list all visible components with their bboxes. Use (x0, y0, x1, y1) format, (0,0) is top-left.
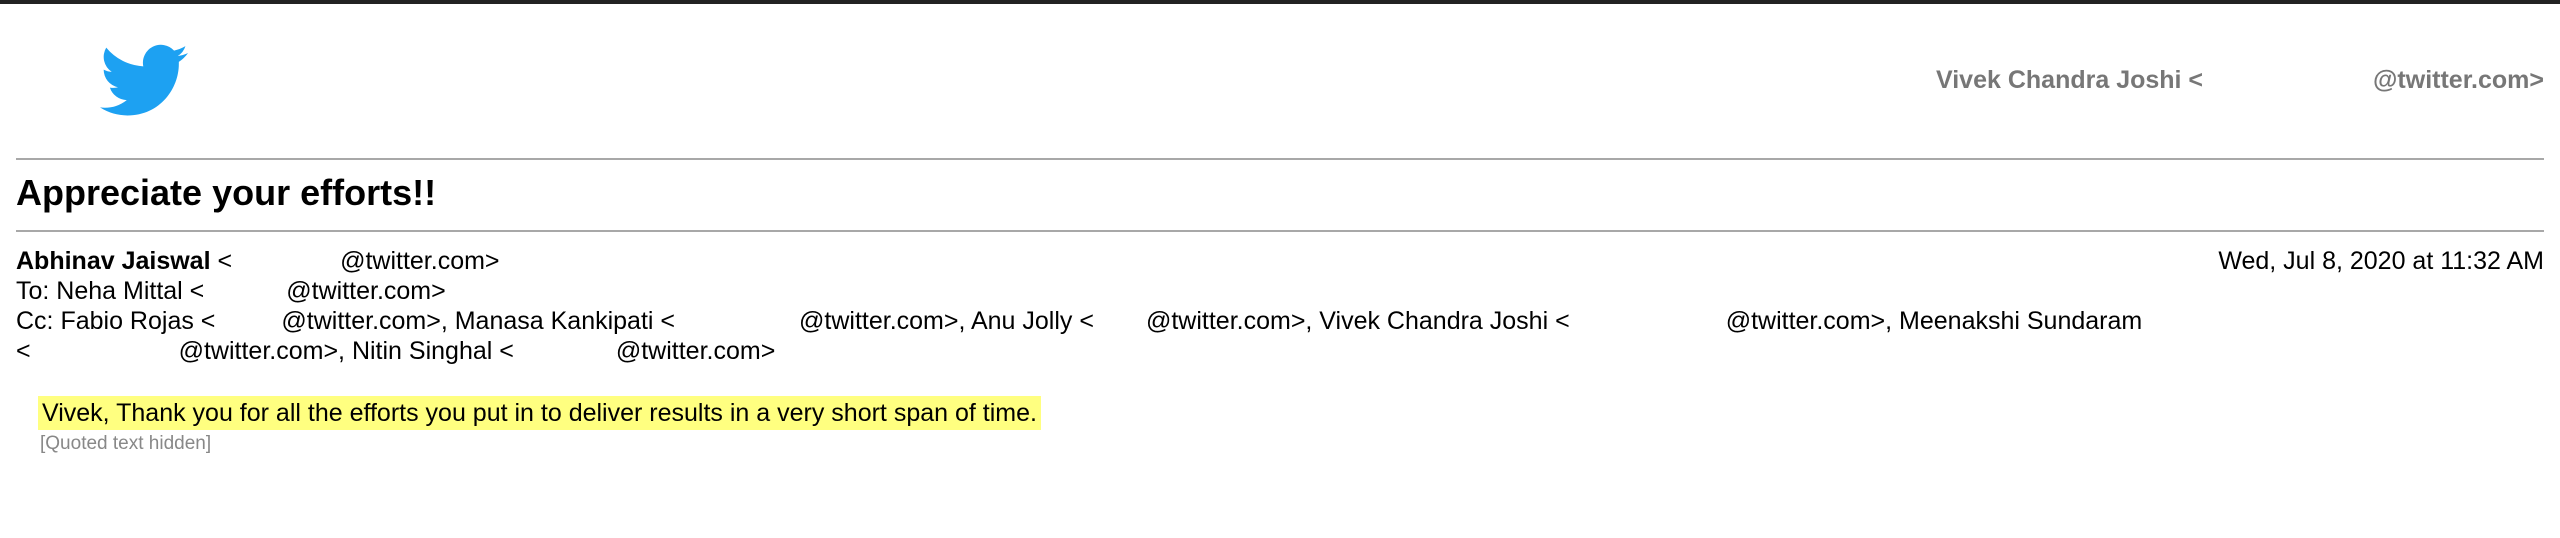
divider (16, 230, 2544, 232)
top-border (0, 0, 2560, 4)
email-date: Wed, Jul 8, 2020 at 11:32 AM (2218, 247, 2544, 275)
email-meta: Wed, Jul 8, 2020 at 11:32 AM Abhinav Jai… (16, 246, 2544, 366)
sender-domain: @twitter.com> (340, 247, 500, 275)
twitter-bird-icon (100, 44, 188, 118)
to-recipient: To: Neha Mittal < (16, 277, 205, 305)
email-body: Vivek, Thank you for all the efforts you… (38, 396, 1041, 430)
divider (16, 158, 2544, 160)
sender-name: Abhinav Jaiswal (16, 247, 211, 275)
quoted-text-toggle[interactable]: [Quoted text hidden] (40, 433, 211, 455)
cc-line: Cc: Fabio Rojas < @twitter.com>, Manasa K… (16, 307, 2143, 335)
account-domain: @twitter.com> (2373, 66, 2544, 94)
account-name: Vivek Chandra Joshi < (1936, 66, 2204, 94)
from-line: Abhinav Jaiswal < @twitter.com> (16, 247, 500, 275)
email-subject: Appreciate your efforts!! (16, 172, 437, 213)
to-line: To: Neha Mittal < @twitter.com> (16, 277, 446, 305)
cc-line-continued: < @twitter.com>, Nitin Singhal < @twitter.… (16, 337, 776, 365)
account-header: Vivek Chandra Joshi < @twitter.com> (1936, 66, 2544, 95)
